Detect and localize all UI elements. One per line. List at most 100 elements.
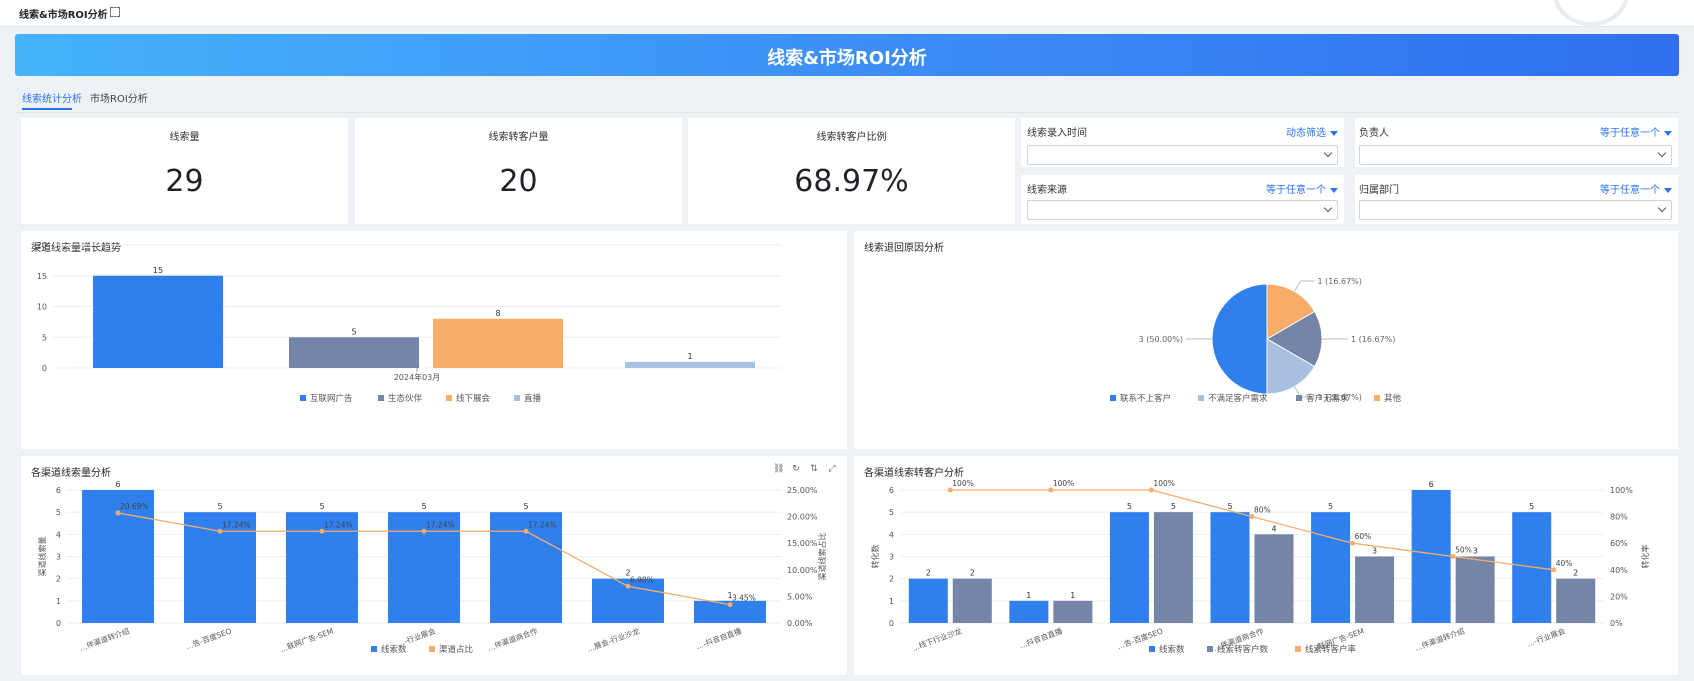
filter-select[interactable]: [1359, 145, 1672, 165]
line-point: [421, 528, 427, 534]
legend-swatch: [1374, 395, 1380, 401]
line-point: [1551, 567, 1557, 573]
filter-operator-label: 动态筛选: [1286, 128, 1326, 139]
y-tick-label: 0: [56, 619, 61, 628]
bar-线索数: [1210, 512, 1250, 623]
line-point: [523, 528, 529, 534]
chart-card-channel-leads: 各渠道线索量分析 ⛓ ↻ ⇅ ⤢ 0 1 2 3 4 5 6 0.00% 5.00% 10.00%…: [21, 456, 847, 675]
legend-label: 渠道占比: [439, 644, 473, 655]
line-value-label: 17.24%: [324, 520, 353, 529]
bar-直播: [625, 361, 755, 368]
fullscreen-icon[interactable]: [110, 7, 120, 17]
filter-label: 归属部门: [1359, 185, 1399, 196]
y2-tick-label: 60%: [1610, 539, 1628, 548]
legend-label: 线索数: [381, 644, 407, 655]
filter-select[interactable]: [1359, 200, 1672, 220]
filter-select[interactable]: [1027, 200, 1338, 220]
line-value-label: 3.45%: [732, 594, 756, 603]
x-tick-label: …告-百度SEO: [184, 625, 233, 651]
bar-value-label: 5: [421, 502, 426, 511]
y-axis-label: 转化数: [870, 545, 880, 569]
legend-label: 线索数: [1159, 644, 1185, 655]
tab-bar: 线索统计分析 市场ROI分析: [15, 84, 1679, 113]
bar-value-label: 2: [970, 569, 975, 578]
chevron-down-icon: [1657, 203, 1667, 213]
bar-value-label: 8: [495, 309, 500, 318]
kpi-value: 20: [499, 164, 538, 199]
y2-axis-label: 转化率: [1640, 545, 1650, 569]
legend-label: 客户无需求: [1306, 393, 1349, 404]
legend-label: 联系不上客户: [1120, 393, 1171, 404]
filter-operator[interactable]: 等于任意一个: [1266, 181, 1338, 196]
x-tick-label: 2024年03月: [394, 372, 441, 382]
bar-value-label: 2: [1573, 569, 1578, 578]
bar-value-label: 3: [1372, 547, 1377, 556]
chart-card-channel-trend: 渠道线索量增长趋势 0 5 10 15 20 15 5 8 1 2024年03月 互联网广告 生态伙伴…: [21, 231, 847, 449]
legend-label: 线索转客户数: [1217, 644, 1269, 655]
bar-value-label: 5: [1127, 502, 1132, 511]
bar-value-label: 5: [1328, 502, 1333, 511]
legend-label: 其他: [1384, 393, 1402, 404]
legend-swatch: [446, 395, 452, 401]
y-tick-label: 6: [56, 486, 61, 495]
window-title: 线索&市场ROI分析: [19, 10, 108, 21]
pie-value-label: 1 (16.67%): [1351, 335, 1395, 344]
line-point: [947, 487, 953, 493]
bar-线索转客户数: [1355, 556, 1395, 623]
filter-operator[interactable]: 动态筛选: [1286, 124, 1338, 139]
legend-label: 互联网广告: [310, 393, 353, 404]
bar-线索转客户数: [1556, 578, 1596, 623]
bar-value-label: 6: [115, 480, 120, 489]
chevron-down-icon: [1323, 148, 1333, 158]
filter-operator[interactable]: 等于任意一个: [1600, 124, 1672, 139]
bar-线索转客户数: [1455, 556, 1495, 623]
y-tick-label: 5: [889, 508, 894, 517]
filter-select[interactable]: [1027, 145, 1338, 165]
filter-operator[interactable]: 等于任意一个: [1600, 181, 1672, 196]
legend-swatch: [1198, 395, 1204, 401]
bar-value-label: 1: [1026, 591, 1031, 600]
line-point: [1249, 514, 1255, 520]
legend-swatch: [1295, 646, 1301, 652]
x-tick-label: …线下行业沙龙: [910, 625, 963, 653]
y-tick-label: 4: [56, 530, 61, 539]
bar-value-label: 15: [153, 266, 163, 275]
y2-tick-label: 25.00%: [787, 486, 818, 495]
pie-slice-联系不上客户: [1211, 283, 1268, 395]
line-value-label: 60%: [1355, 532, 1372, 541]
line-value-label: 100%: [952, 479, 973, 488]
window-topbar: 线索&市场ROI分析: [0, 0, 1694, 27]
legend-label: 线下展会: [456, 393, 491, 404]
bar-线索数: [1009, 600, 1049, 623]
pie-label-line: [1294, 280, 1315, 292]
line-point: [217, 528, 223, 534]
legend-label: 直播: [524, 393, 542, 404]
line-point: [1450, 554, 1456, 559]
bar-value-label: 5: [319, 502, 324, 511]
line-value-label: 40%: [1556, 559, 1573, 568]
y2-tick-label: 10.00%: [787, 566, 818, 575]
bar-生态伙伴: [289, 337, 419, 368]
line-point: [727, 602, 733, 608]
filter-entry-time: 线索录入时间 动态筛选: [1021, 118, 1344, 167]
line-point: [115, 510, 121, 516]
caret-down-icon: [1330, 130, 1338, 136]
caret-down-icon: [1664, 187, 1672, 193]
kpi-title: 线索量: [169, 132, 200, 143]
filter-lead-source: 线索来源 等于任意一个: [1021, 175, 1344, 224]
kpi-card-leads: 线索量 29: [21, 118, 348, 224]
line-point: [1148, 487, 1154, 493]
bar-value-label: 5: [351, 327, 356, 336]
kpi-title: 线索转客户比例: [816, 132, 887, 143]
legend-swatch: [1149, 646, 1155, 652]
y-tick-label: 0: [42, 364, 47, 373]
x-tick-label: …-抖音自直播: [694, 625, 743, 651]
legend-label: 线索转客户率: [1305, 644, 1357, 655]
bar-线索数: [1109, 512, 1149, 623]
bar-线索数: [908, 578, 948, 623]
tab-market-roi[interactable]: 市场ROI分析: [90, 90, 148, 105]
filter-operator-label: 等于任意一个: [1266, 185, 1326, 196]
line-point: [319, 528, 325, 534]
tab-lead-stats[interactable]: 线索统计分析: [22, 90, 82, 105]
bar-value-label: 1: [687, 352, 692, 361]
